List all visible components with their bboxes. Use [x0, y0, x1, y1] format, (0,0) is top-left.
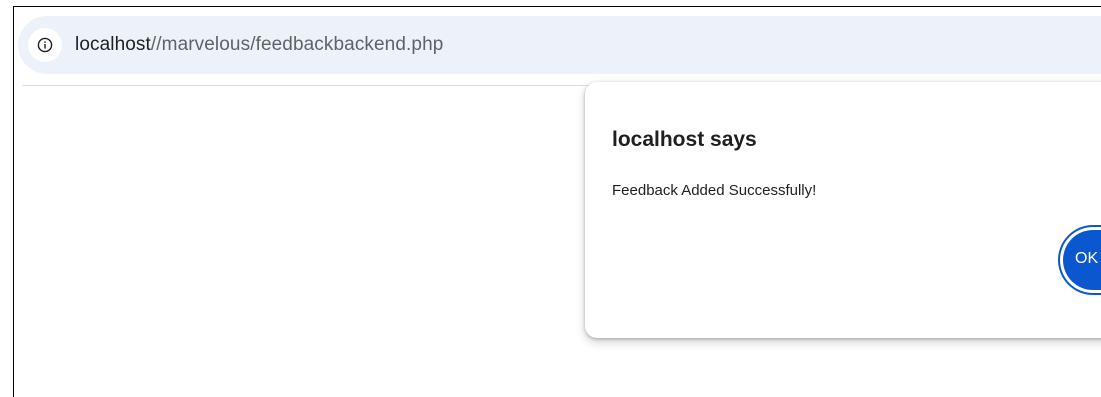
- address-bar[interactable]: localhost//marvelous/feedbackbackend.php: [18, 16, 1101, 74]
- site-info-button[interactable]: [28, 28, 62, 62]
- dialog-title: localhost says: [612, 128, 757, 151]
- url-path: //marvelous/feedbackbackend.php: [150, 34, 444, 55]
- alert-dialog: localhost says Feedback Added Successful…: [585, 82, 1101, 338]
- info-icon: [37, 37, 53, 53]
- browser-viewport: localhost//marvelous/feedbackbackend.php…: [0, 0, 1101, 397]
- ok-button-label: OK: [1075, 250, 1099, 267]
- url-text[interactable]: localhost//marvelous/feedbackbackend.php: [75, 34, 443, 56]
- frame-border-left: [13, 6, 14, 397]
- dialog-message: Feedback Added Successfully!: [612, 182, 817, 199]
- frame-border-top: [14, 6, 1101, 7]
- ok-button[interactable]: OK: [1063, 230, 1101, 290]
- url-host: localhost: [75, 34, 151, 55]
